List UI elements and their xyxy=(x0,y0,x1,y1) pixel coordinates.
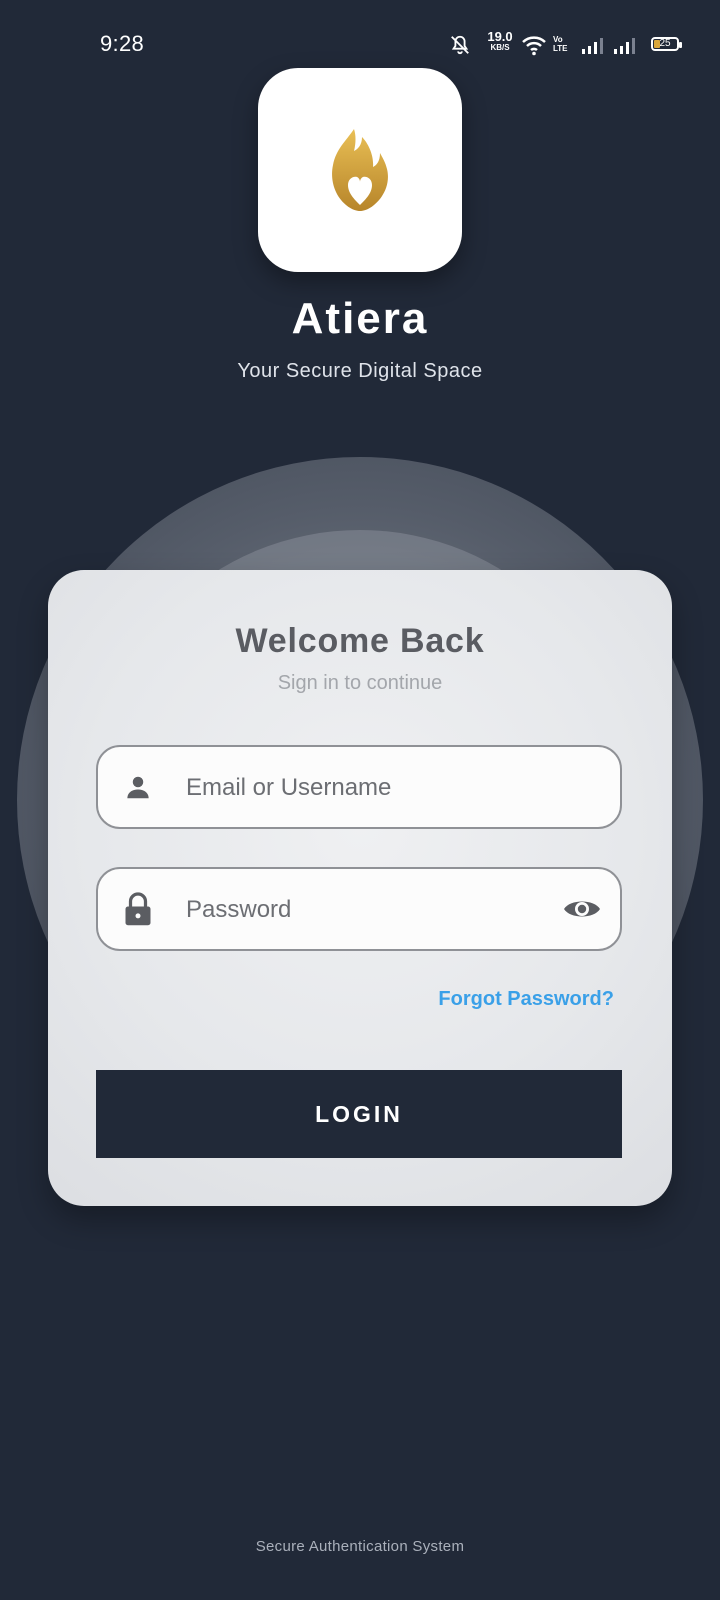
username-field[interactable] xyxy=(96,745,622,829)
net-speed-indicator: 19.0 KB/S xyxy=(485,29,515,53)
net-speed-value: 19.0 xyxy=(487,29,513,44)
volte-indicator: Vo LTE xyxy=(553,35,568,53)
status-time: 9:28 xyxy=(100,31,145,56)
forgot-password-link[interactable]: Forgot Password? xyxy=(438,988,614,1011)
signal-icon xyxy=(582,38,603,54)
status-icons: 19.0 KB/S Vo LTE 25 xyxy=(451,29,685,58)
battery-level: 25 xyxy=(659,38,671,49)
battery-icon: 25 xyxy=(651,37,679,51)
net-speed-unit: KB/S xyxy=(490,43,510,52)
login-card: Welcome Back Sign in to continue Email o… xyxy=(48,570,672,1206)
username-input[interactable] xyxy=(184,747,528,829)
footer-text: Secure Authentication System xyxy=(255,1538,465,1555)
volte-bottom: LTE xyxy=(553,44,568,53)
app-tagline: Your Secure Digital Space xyxy=(237,360,483,382)
signal-icon xyxy=(614,38,635,54)
show-password-eye-icon[interactable] xyxy=(562,891,602,927)
wifi-icon xyxy=(522,36,546,56)
flame-heart-logo-icon xyxy=(332,129,388,211)
volte-top: Vo xyxy=(553,35,563,44)
notifications-off-icon xyxy=(451,35,469,55)
login-title: Welcome Back xyxy=(235,622,485,660)
login-button[interactable]: LOGIN xyxy=(96,1070,622,1158)
login-subtitle: Sign in to continue xyxy=(277,672,443,694)
lock-icon xyxy=(120,889,156,929)
app-logo xyxy=(258,68,462,272)
person-icon xyxy=(120,767,156,807)
password-input[interactable] xyxy=(184,869,528,951)
app-name: Atiera xyxy=(291,294,429,343)
battery-tip xyxy=(679,42,682,48)
password-field[interactable] xyxy=(96,867,622,951)
